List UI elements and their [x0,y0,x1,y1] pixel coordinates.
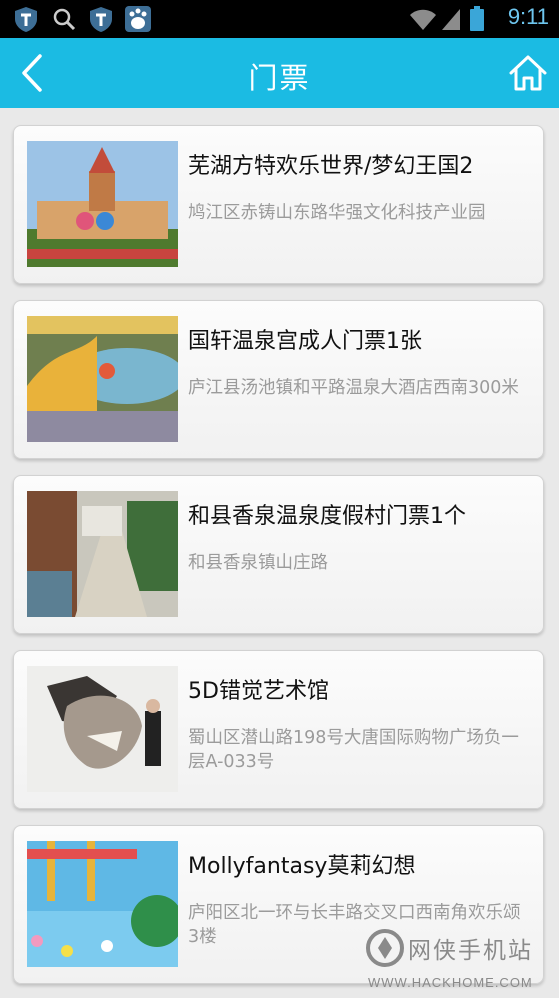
watermark-url: WWW.HACKHOME.COM [368,975,533,990]
item-address: 和县香泉镇山庄路 [188,553,328,573]
item-address: 蜀山区潜山路198号大唐国际购物广场负一层A-033号 [188,728,519,772]
list-item[interactable]: 5D错觉艺术馆 蜀山区潜山路198号大唐国际购物广场负一层A-033号 [13,650,544,809]
home-button[interactable] [507,52,549,94]
thumbnail-image [27,316,178,442]
item-title: 和县香泉温泉度假村门票1个 [188,504,466,529]
list-item[interactable]: 芜湖方特欢乐世界/梦幻王国2 鸠江区赤铸山东路华强文化科技产业园 [13,125,544,284]
watermark-logo-icon [366,929,404,967]
battery-icon [468,5,486,33]
watermark-text: 网侠手机站 [408,938,533,964]
thumbnail-image [27,841,178,967]
list-item[interactable]: 和县香泉温泉度假村门票1个 和县香泉镇山庄路 [13,475,544,634]
thumbnail-image [27,666,178,792]
list-item[interactable]: 国轩温泉宫成人门票1张 庐江县汤池镇和平路温泉大酒店西南300米 [13,300,544,459]
item-title: 芜湖方特欢乐世界/梦幻王国2 [188,154,474,179]
signal-icon [440,5,462,33]
thumbnail-image [27,491,178,617]
item-address: 鸠江区赤铸山东路华强文化科技产业园 [188,203,486,223]
item-title: Mollyfantasy莫莉幻想 [188,854,416,879]
baidu-icon [124,5,152,33]
shield-icon [12,5,40,33]
item-title: 国轩温泉宫成人门票1张 [188,329,422,354]
status-bar: 9:11 [0,0,559,38]
app-header: 门票 [0,38,559,108]
wifi-icon [408,5,438,33]
thumbnail-image [27,141,178,267]
search-icon [50,5,78,33]
status-time: 9:11 [507,4,549,29]
page-title: 门票 [248,61,311,95]
watermark: 网侠手机站 WWW.HACKHOME.COM [360,925,559,998]
shield-icon [87,5,115,33]
item-address: 庐江县汤池镇和平路温泉大酒店西南300米 [188,378,519,398]
home-icon [509,55,547,91]
item-title: 5D错觉艺术馆 [188,679,329,704]
ticket-list: 芜湖方特欢乐世界/梦幻王国2 鸠江区赤铸山东路华强文化科技产业园 国轩温泉宫成人… [0,108,559,998]
